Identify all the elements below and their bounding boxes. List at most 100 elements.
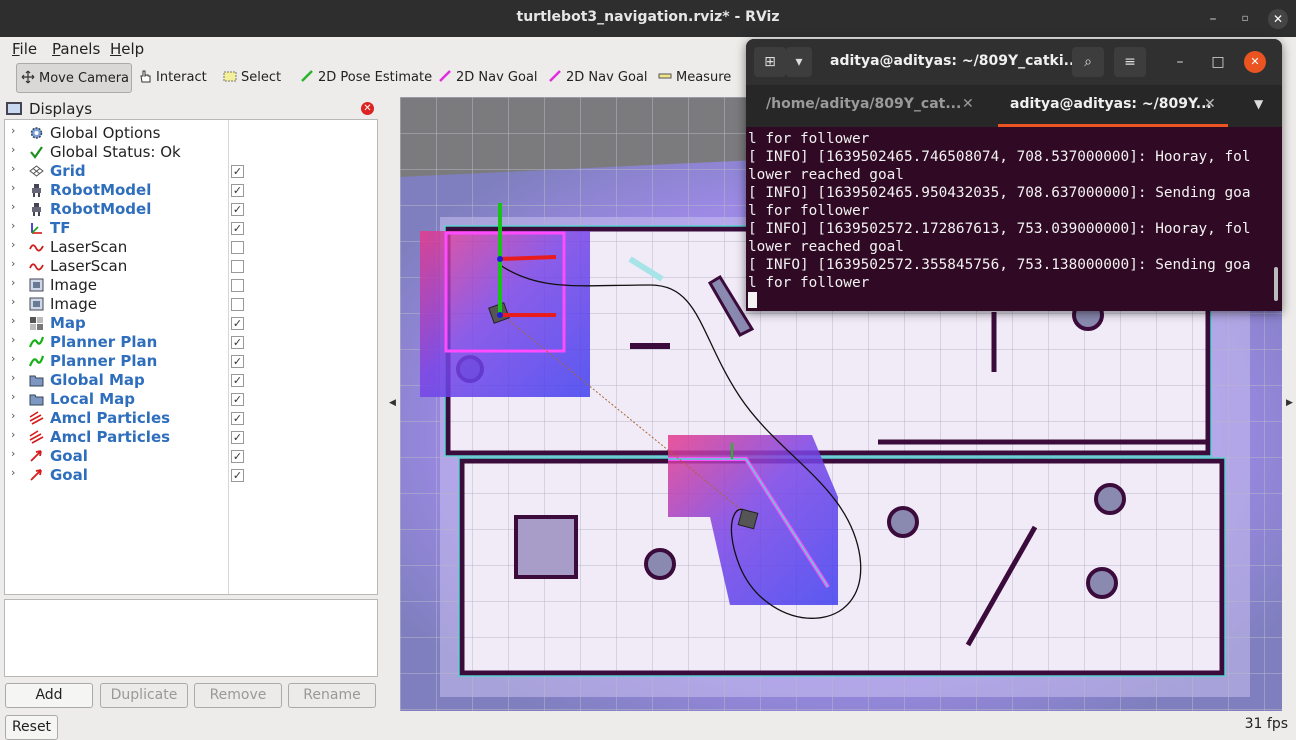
panel-close-icon[interactable]: ✕	[361, 102, 374, 115]
expand-arrow-icon[interactable]: ›	[11, 200, 15, 213]
display-enabled-checkbox[interactable]	[231, 298, 244, 311]
display-item[interactable]: › Planner Plan ✓	[5, 352, 377, 371]
display-item[interactable]: › TF ✓	[5, 219, 377, 238]
tab-menu-chevron-icon[interactable]: ▾	[786, 47, 812, 77]
terminal-scrollbar[interactable]	[1274, 267, 1278, 301]
display-enabled-checkbox[interactable]: ✓	[231, 184, 244, 197]
display-enabled-checkbox[interactable]: ✓	[231, 203, 244, 216]
display-item[interactable]: › Image	[5, 276, 377, 295]
expand-arrow-icon[interactable]: ›	[11, 162, 15, 175]
terminal-output[interactable]: l for follower [ INFO] [1639502465.746508…	[748, 130, 1270, 310]
display-enabled-checkbox[interactable]	[231, 279, 244, 292]
expand-arrow-icon[interactable]: ›	[11, 352, 15, 365]
remove-button[interactable]: Remove	[194, 683, 282, 708]
display-item[interactable]: › Global Map ✓	[5, 371, 377, 390]
nav-goal-tool-1[interactable]: 2D Nav Goal	[434, 63, 538, 93]
display-item[interactable]: › Planner Plan ✓	[5, 333, 377, 352]
tab-close-icon[interactable]: ✕	[1204, 85, 1216, 123]
menu-help[interactable]: Help	[110, 40, 144, 58]
display-item[interactable]: › RobotModel ✓	[5, 181, 377, 200]
hamburger-menu-icon[interactable]: ≡	[1114, 47, 1146, 77]
measure-tool[interactable]: Measure	[654, 63, 731, 93]
display-enabled-checkbox[interactable]: ✓	[231, 165, 244, 178]
terminal-prompt-line[interactable]	[748, 292, 1270, 310]
maximize-icon[interactable]: ▫	[1235, 9, 1255, 29]
display-item[interactable]: › Amcl Particles ✓	[5, 428, 377, 447]
expand-arrow-icon[interactable]: ›	[11, 257, 15, 270]
display-item[interactable]: › Global Options	[5, 124, 377, 143]
expand-arrow-icon[interactable]: ›	[11, 428, 15, 441]
terminal-tab-1[interactable]: /home/aditya/809Y_cat... ✕	[766, 85, 986, 127]
menu-help-label: elp	[121, 40, 145, 58]
collapse-right-icon[interactable]: ▶	[1286, 398, 1293, 408]
tab-close-icon[interactable]: ✕	[962, 85, 974, 123]
display-enabled-checkbox[interactable]: ✓	[231, 374, 244, 387]
displays-title: Displays	[29, 100, 93, 118]
expand-arrow-icon[interactable]: ›	[11, 371, 15, 384]
expand-arrow-icon[interactable]: ›	[11, 333, 15, 346]
expand-arrow-icon[interactable]: ›	[11, 276, 15, 289]
display-item[interactable]: › Map ✓	[5, 314, 377, 333]
expand-arrow-icon[interactable]: ›	[11, 409, 15, 422]
display-item[interactable]: › Amcl Particles ✓	[5, 409, 377, 428]
new-tab-icon[interactable]: ⊞	[754, 47, 786, 77]
terminal-close-icon[interactable]: ✕	[1244, 51, 1266, 73]
display-enabled-checkbox[interactable]: ✓	[231, 317, 244, 330]
display-item-label: Goal	[50, 447, 88, 465]
expand-arrow-icon[interactable]: ›	[11, 238, 15, 251]
display-item[interactable]: › Goal ✓	[5, 447, 377, 466]
map-icon	[29, 316, 44, 330]
menu-panels[interactable]: Panels	[52, 40, 100, 58]
display-enabled-checkbox[interactable]: ✓	[231, 469, 244, 482]
laser-icon	[29, 259, 44, 273]
search-icon[interactable]: ⌕	[1072, 47, 1104, 77]
display-item[interactable]: › Local Map ✓	[5, 390, 377, 409]
move-camera-tool[interactable]: Move Camera	[16, 63, 132, 93]
display-enabled-checkbox[interactable]: ✓	[231, 222, 244, 235]
expand-arrow-icon[interactable]: ›	[11, 295, 15, 308]
display-enabled-checkbox[interactable]	[231, 241, 244, 254]
pose-estimate-label: 2D Pose Estimate	[318, 70, 433, 85]
reset-button[interactable]: Reset	[5, 715, 58, 740]
expand-arrow-icon[interactable]: ›	[11, 466, 15, 479]
expand-arrow-icon[interactable]: ›	[11, 181, 15, 194]
terminal-line: l for follower	[748, 203, 870, 219]
display-item[interactable]: › LaserScan	[5, 238, 377, 257]
tab-list-chevron-icon[interactable]: ▼	[1254, 85, 1263, 127]
add-button[interactable]: Add	[5, 683, 93, 708]
minimize-icon[interactable]: –	[1203, 9, 1223, 29]
display-enabled-checkbox[interactable]: ✓	[231, 393, 244, 406]
display-item[interactable]: › Grid ✓	[5, 162, 377, 181]
display-enabled-checkbox[interactable]: ✓	[231, 431, 244, 444]
expand-arrow-icon[interactable]: ›	[11, 314, 15, 327]
expand-arrow-icon[interactable]: ›	[11, 390, 15, 403]
close-icon[interactable]: ✕	[1268, 9, 1288, 29]
terminal-window[interactable]: ⊞ ▾ aditya@adityas: ~/809Y_catki... ⌕ ≡ …	[746, 39, 1282, 311]
display-item[interactable]: › Global Status: Ok	[5, 143, 377, 162]
terminal-tab-2[interactable]: aditya@adityas: ~/809Y... ✕	[998, 85, 1228, 127]
rename-button[interactable]: Rename	[288, 683, 376, 708]
menu-file[interactable]: File	[12, 40, 37, 58]
expand-arrow-icon[interactable]: ›	[11, 447, 15, 460]
display-item[interactable]: › LaserScan	[5, 257, 377, 276]
terminal-minimize-icon[interactable]: –	[1164, 47, 1196, 77]
display-enabled-checkbox[interactable]: ✓	[231, 450, 244, 463]
display-enabled-checkbox[interactable]	[231, 260, 244, 273]
display-enabled-checkbox[interactable]: ✓	[231, 336, 244, 349]
interact-tool[interactable]: Interact	[134, 63, 207, 93]
expand-arrow-icon[interactable]: ›	[11, 143, 15, 156]
expand-arrow-icon[interactable]: ›	[11, 124, 15, 137]
display-item[interactable]: › RobotModel ✓	[5, 200, 377, 219]
display-item[interactable]: › Image	[5, 295, 377, 314]
expand-arrow-icon[interactable]: ›	[11, 219, 15, 232]
particles-icon	[29, 430, 44, 444]
display-item[interactable]: › Goal ✓	[5, 466, 377, 485]
display-enabled-checkbox[interactable]: ✓	[231, 412, 244, 425]
collapse-left-icon[interactable]: ◀	[389, 398, 396, 408]
select-tool[interactable]: Select	[219, 63, 281, 93]
nav-goal-tool-2[interactable]: 2D Nav Goal	[544, 63, 648, 93]
pose-estimate-tool[interactable]: 2D Pose Estimate	[296, 63, 432, 93]
duplicate-button[interactable]: Duplicate	[100, 683, 188, 708]
display-enabled-checkbox[interactable]: ✓	[231, 355, 244, 368]
terminal-maximize-icon[interactable]: □	[1202, 47, 1234, 77]
